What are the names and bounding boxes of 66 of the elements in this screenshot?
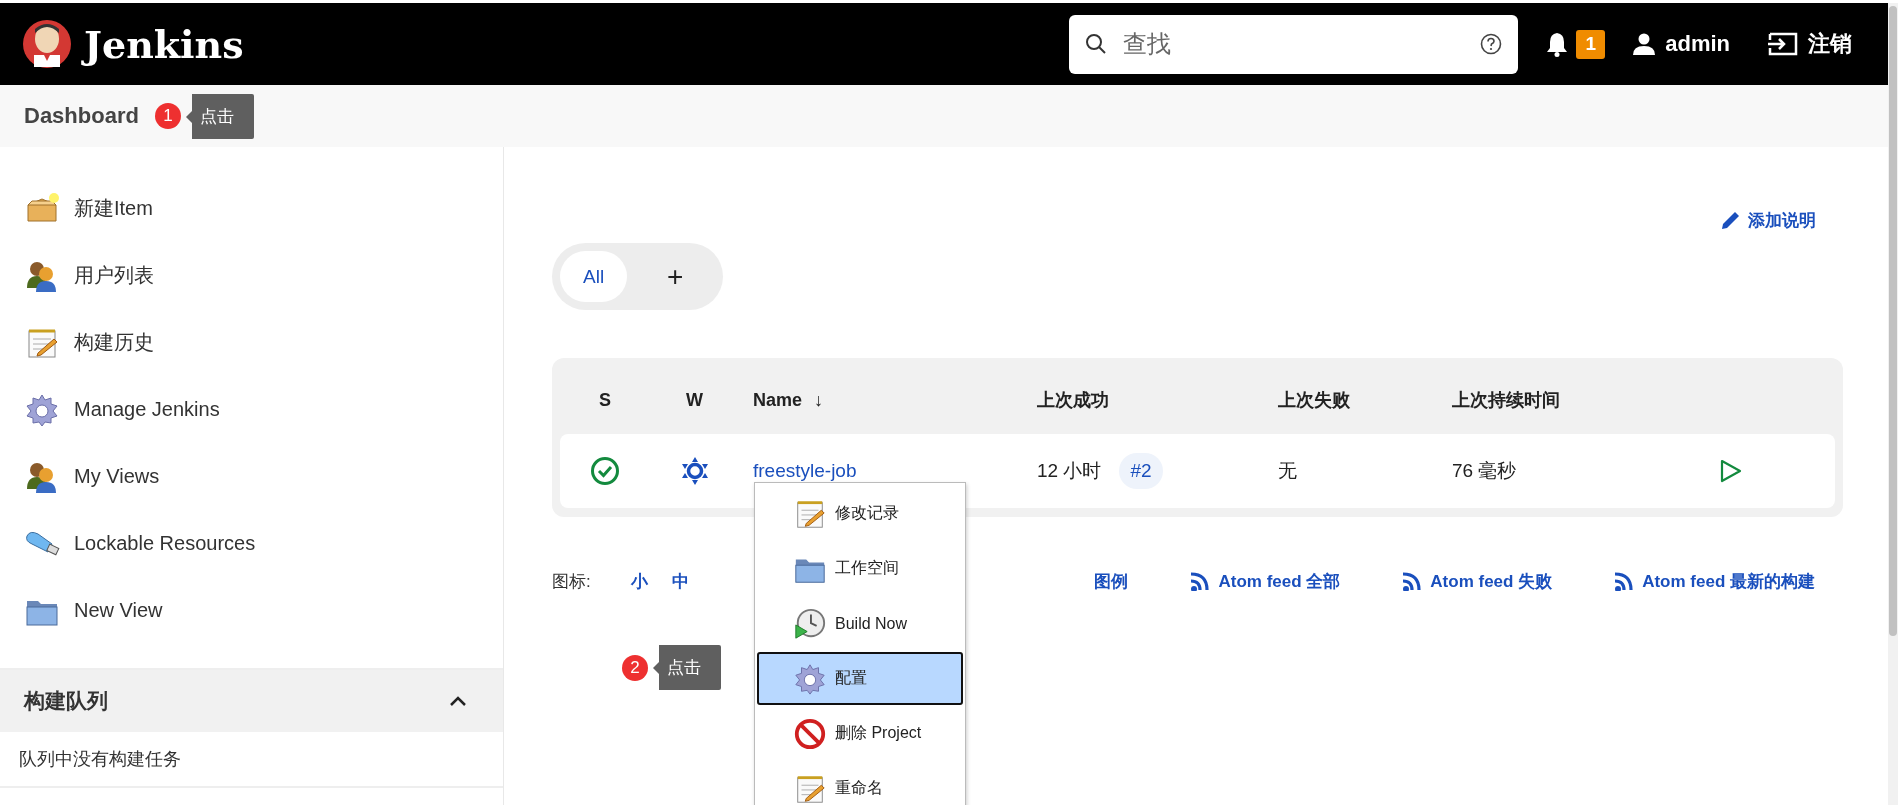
legend-link[interactable]: 图例	[1094, 569, 1129, 593]
atom-feed-link[interactable]: Atom feed 最新的构建	[1614, 569, 1815, 593]
rss-feed-icon	[1402, 571, 1423, 591]
sort-arrow: ↓	[814, 389, 824, 411]
view-tab[interactable]: +	[635, 251, 716, 302]
check-circle-icon	[590, 456, 620, 486]
context-menu-item[interactable]: 修改记录	[757, 487, 963, 540]
user-icon	[1633, 33, 1656, 55]
column-header[interactable]: 上次持续时间	[1438, 388, 1626, 412]
sidebar-item[interactable]: 新建Item	[0, 175, 503, 242]
column-header[interactable]: W	[686, 389, 703, 411]
sidebar-item[interactable]: New View	[0, 577, 503, 644]
sidebar-item[interactable]: 构建历史	[0, 309, 503, 376]
scrollbar[interactable]	[1888, 3, 1898, 805]
context-menu-item[interactable]: 配置	[757, 652, 963, 705]
add-description-link[interactable]: 添加说明	[1720, 205, 1816, 235]
sidebar-item[interactable]: Manage Jenkins	[0, 376, 503, 443]
atom-feed-link[interactable]: Atom feed 全部	[1190, 569, 1341, 593]
search-field[interactable]: 查找	[1121, 29, 1467, 59]
rss-feed-icon	[1614, 571, 1635, 591]
logout-icon	[1768, 32, 1798, 56]
notification-count: 1	[1576, 29, 1606, 59]
empty-queue-message: 队列中没有构建任务	[0, 732, 503, 788]
job-name-link[interactable]: freestyle-job	[753, 460, 857, 481]
chevron-up-icon[interactable]	[449, 695, 467, 707]
column-header[interactable]: S	[599, 389, 611, 411]
search-icon	[1085, 33, 1108, 55]
click-hint-tooltip: 点击	[653, 645, 721, 690]
last-failure-text: 无	[1278, 460, 1297, 481]
context-menu-item[interactable]: 工作空间	[757, 542, 963, 595]
step-number-badge: 1	[154, 103, 181, 129]
sidebar-item[interactable]: Lockable Resources	[0, 510, 503, 577]
logout-link[interactable]: 注销	[1768, 29, 1852, 59]
icon-size-label: 图标:	[552, 570, 591, 593]
pencil-icon	[1720, 209, 1742, 231]
user-link[interactable]: admin	[1633, 31, 1730, 57]
view-tab[interactable]: All	[560, 251, 628, 302]
context-menu-item[interactable]: 重命名	[757, 762, 963, 805]
column-header[interactable]: 上次成功	[1023, 388, 1264, 412]
column-header[interactable]: 上次失败	[1264, 388, 1438, 412]
bell-icon[interactable]	[1546, 31, 1569, 57]
sun-icon	[679, 456, 710, 486]
search-bar[interactable]: 查找	[1069, 14, 1519, 74]
rss-feed-icon	[1190, 571, 1211, 591]
gear-icon	[793, 661, 827, 696]
clock-play-icon	[793, 606, 827, 641]
build-queue-title: 构建队列	[24, 688, 108, 714]
atom-feed-link[interactable]: Atom feed 失败	[1402, 569, 1553, 593]
play-icon[interactable]	[1719, 459, 1742, 483]
column-header[interactable]: Name	[753, 389, 803, 411]
sidebar-item[interactable]: 用户列表	[0, 242, 503, 309]
build-number-link[interactable]: #2	[1119, 453, 1163, 489]
context-menu-item[interactable]: Build Now	[757, 597, 963, 650]
no-entry-icon	[793, 716, 827, 751]
help-icon[interactable]	[1480, 33, 1503, 55]
sidebar-item[interactable]: My Views	[0, 443, 503, 510]
click-hint-tooltip: 点击	[185, 93, 254, 139]
last-duration-text: 76 毫秒	[1452, 460, 1517, 481]
jenkins-logo[interactable]: Jenkins	[22, 19, 244, 69]
step-number-badge: 2	[622, 654, 648, 681]
butler-mascot-icon	[22, 19, 72, 69]
last-success-time: 12 小时	[1037, 459, 1102, 483]
breadcrumb-link[interactable]: Dashboard	[24, 103, 139, 129]
context-menu-item[interactable]: 删除 Project	[757, 707, 963, 760]
icon-size-option[interactable]: 中	[659, 559, 701, 603]
icon-size-option[interactable]: 小	[618, 559, 660, 603]
